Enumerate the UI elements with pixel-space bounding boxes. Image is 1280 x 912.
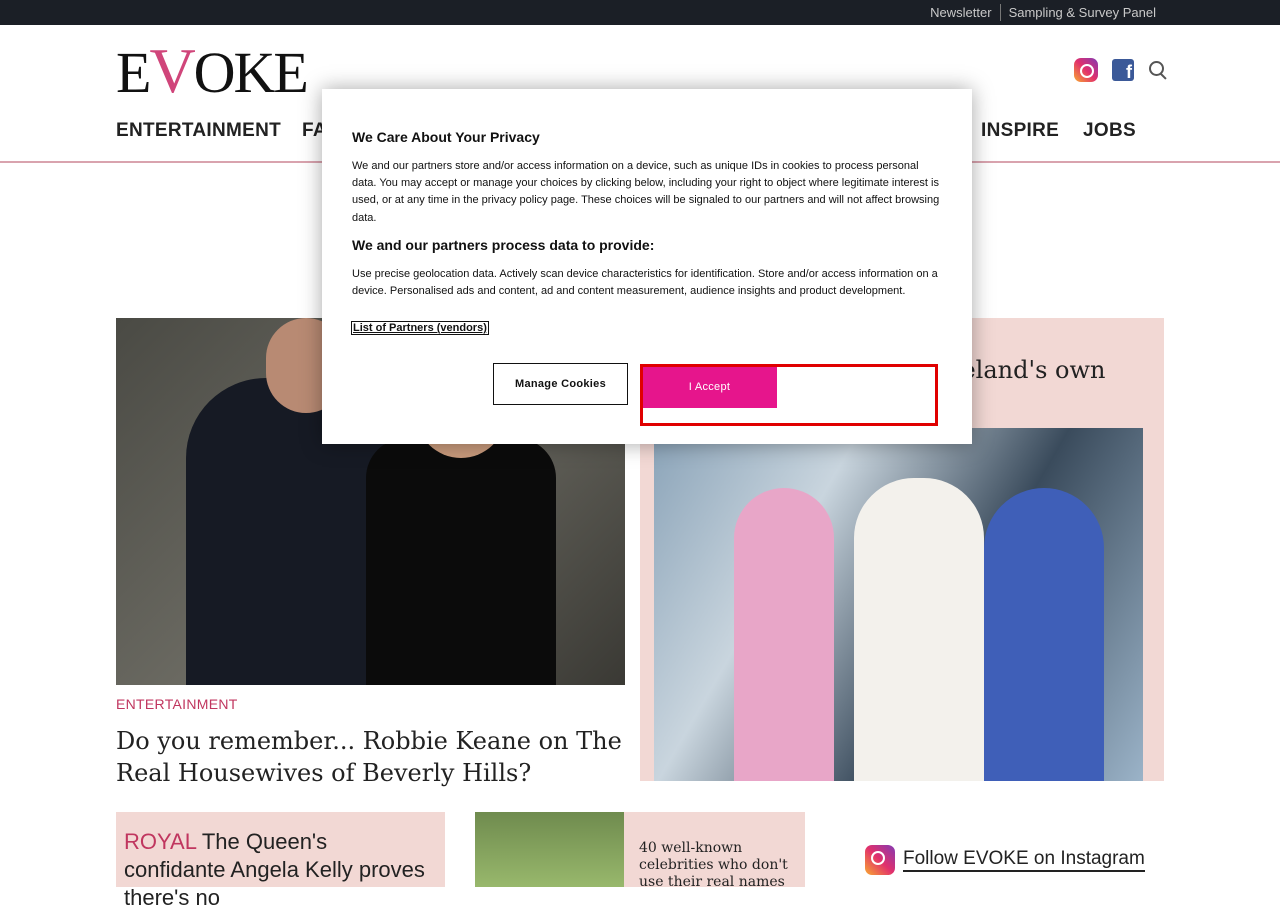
- dialog-title: We Care About Your Privacy: [352, 129, 540, 145]
- accept-highlight-box: [640, 364, 938, 426]
- partners-link[interactable]: List of Partners (vendors): [351, 321, 489, 335]
- dialog-purposes: Use precise geolocation data. Actively s…: [352, 268, 938, 298]
- manage-cookies-button[interactable]: Manage Cookies: [493, 363, 628, 405]
- dialog-subtitle: We and our partners process data to prov…: [352, 237, 655, 253]
- dialog-body: We and our partners store and/or access …: [352, 160, 940, 224]
